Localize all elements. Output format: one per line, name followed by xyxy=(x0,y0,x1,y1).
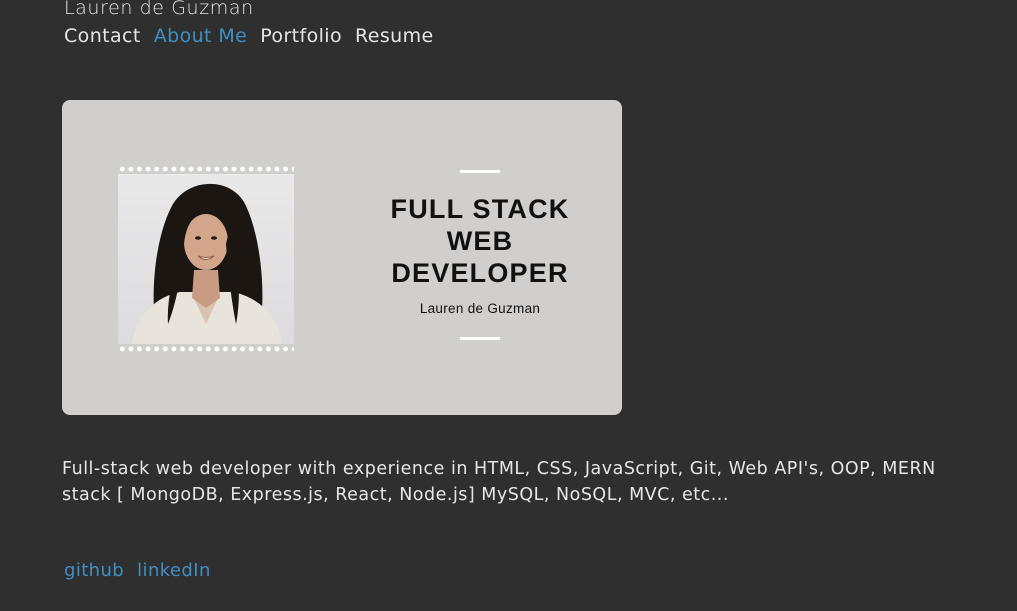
photo-frame xyxy=(118,166,294,352)
job-title: FULL STACK WEB DEVELOPER xyxy=(380,193,580,289)
nav-contact[interactable]: Contact xyxy=(64,25,141,47)
nav-resume[interactable]: Resume xyxy=(355,25,434,47)
dotted-border-top xyxy=(118,166,294,172)
portrait-illustration xyxy=(132,183,282,344)
main-nav: Contact About Me Portfolio Resume xyxy=(64,25,434,47)
nav-about-me[interactable]: About Me xyxy=(154,25,248,47)
footer-links: github linkedIn xyxy=(64,560,211,581)
job-title-line-2: WEB xyxy=(446,226,514,256)
site-title: Lauren de Guzman xyxy=(64,0,254,19)
divider-bottom xyxy=(460,337,500,340)
job-title-line-3: DEVELOPER xyxy=(391,258,569,288)
dotted-border-bottom xyxy=(118,346,294,352)
bio-text: Full-stack web developer with experience… xyxy=(62,458,936,505)
profile-card: FULL STACK WEB DEVELOPER Lauren de Guzma… xyxy=(62,100,622,415)
job-title-line-1: FULL STACK xyxy=(390,194,570,224)
nav-portfolio[interactable]: Portfolio xyxy=(260,25,342,47)
profile-photo xyxy=(118,174,294,344)
github-link[interactable]: github xyxy=(64,560,124,581)
linkedin-link[interactable]: linkedIn xyxy=(137,560,211,581)
divider-top xyxy=(460,170,500,173)
card-name: Lauren de Guzman xyxy=(419,301,541,316)
headline-block: FULL STACK WEB DEVELOPER Lauren de Guzma… xyxy=(380,170,580,340)
